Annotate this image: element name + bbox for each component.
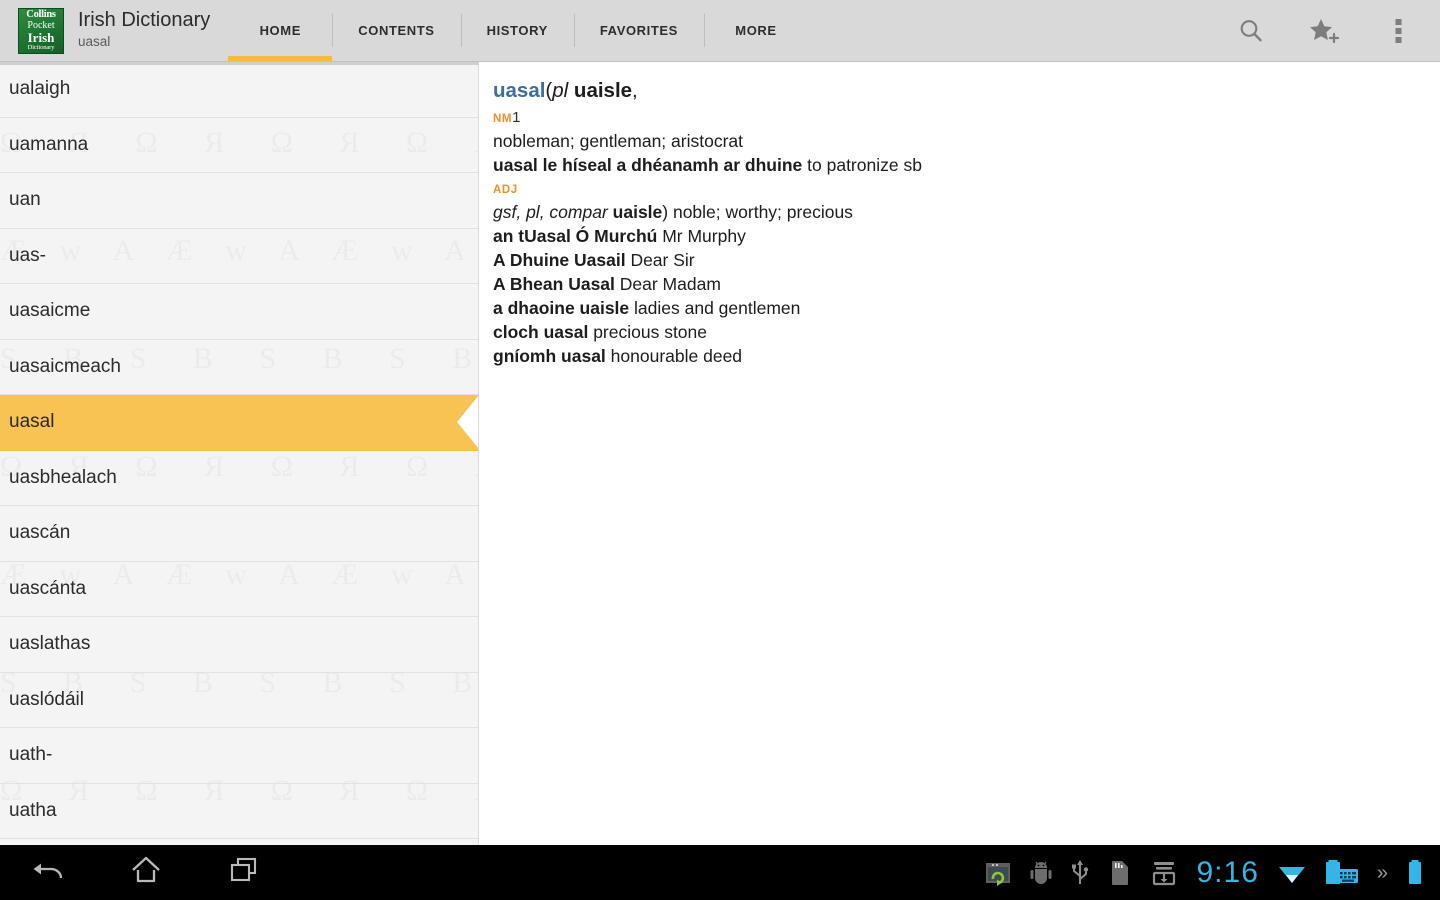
sense-example: uasal le híseal a dhéanamh ar dhuine to … <box>493 153 1420 177</box>
list-item[interactable]: uaslathas <box>0 617 479 673</box>
entry-headword: uasal <box>493 79 546 102</box>
navigation-buttons <box>0 850 267 896</box>
android-system-bar: 9:16 » <box>0 845 1440 900</box>
example-english: Mr Murphy <box>657 226 746 246</box>
part-of-speech-adjective: ADJ <box>493 180 1420 200</box>
recent-apps-icon <box>227 855 261 890</box>
sense-definition: nobleman; gentleman; aristocrat <box>493 129 1420 153</box>
sense-example: a dhaoine uaisle ladies and gentlemen <box>493 296 1420 320</box>
logo-line-collins: Collins <box>26 8 56 20</box>
list-item[interactable]: uaslódáil <box>0 673 479 728</box>
pos-label-nm: NM <box>493 113 513 125</box>
download-icon <box>1150 859 1178 887</box>
logo-line-dictionary: Dictionary <box>27 44 55 51</box>
example-irish: a dhaoine uaisle <box>493 298 630 318</box>
tab-contents[interactable]: CONTENTS <box>332 0 460 61</box>
sync-icon <box>984 860 1012 886</box>
example-english: ladies and gentlemen <box>629 298 801 318</box>
sense-gloss-text: nobleman; gentleman; aristocrat <box>493 131 743 151</box>
battery-icon <box>1406 859 1424 887</box>
word-list-pane[interactable]: Ω Я Ω Я Ω Я Ω Я Æ w A Æ w A Æ w A Æ S B … <box>0 62 479 845</box>
word-list: ualaigh uamanna uan uas- uasaicme uasaic… <box>0 62 479 839</box>
entry-headline-comma: , <box>632 79 638 102</box>
example-english: to patronize sb <box>802 155 922 175</box>
overflow-menu-button[interactable] <box>1376 8 1422 54</box>
sense-example: A Dhuine Uasail Dear Sir <box>493 248 1420 272</box>
list-item[interactable]: uascán <box>0 506 479 562</box>
app-root: Collins Pocket Irish Dictionary Irish Di… <box>0 0 1440 900</box>
current-word-subtitle: uasal <box>78 34 111 49</box>
example-english: Dear Sir <box>625 250 695 270</box>
action-buttons <box>1228 0 1440 61</box>
list-item-selected[interactable]: uasal <box>0 395 479 451</box>
tab-more[interactable]: MORE <box>703 0 808 61</box>
back-button[interactable] <box>25 850 71 896</box>
collins-dictionary-logo-icon: Collins Pocket Irish Dictionary <box>18 7 64 54</box>
wifi-icon <box>1277 861 1307 885</box>
add-favorite-button[interactable] <box>1302 8 1348 54</box>
sense-example: A Bhean Uasal Dear Madam <box>493 272 1420 296</box>
home-button[interactable] <box>123 850 169 896</box>
example-irish: an tUasal Ó Murchú <box>493 226 658 246</box>
entry-plural-form: uaisle <box>573 79 633 102</box>
dictionary-entry-pane: uasal(pl uaisle, NM1 nobleman; gentleman… <box>480 62 1440 845</box>
list-item[interactable]: uasaicme <box>0 284 479 340</box>
tab-bar: HOME CONTENTS HISTORY FAVORITES MORE <box>228 0 808 61</box>
page-title: Irish Dictionary <box>78 9 211 31</box>
android-debug-icon <box>1030 860 1052 886</box>
system-clock: 9:16 <box>1196 855 1259 889</box>
top-action-bar: Collins Pocket Irish Dictionary Irish Di… <box>0 0 1440 62</box>
list-item[interactable]: uamanna <box>0 118 479 173</box>
sense-example: an tUasal Ó Murchú Mr Murphy <box>493 224 1420 248</box>
list-item[interactable]: uascánta <box>0 562 479 617</box>
grammar-note: gsf, pl, compar <box>493 202 608 222</box>
pos-label-adj: ADJ <box>493 184 518 196</box>
list-item[interactable]: ualaigh <box>0 62 479 118</box>
list-item[interactable]: uas- <box>0 229 479 284</box>
app-brand[interactable]: Collins Pocket Irish Dictionary Irish Di… <box>0 0 210 61</box>
example-english: honourable deed <box>605 346 743 366</box>
list-item[interactable]: uan <box>0 173 479 229</box>
example-irish: gníomh uasal <box>493 346 606 366</box>
usb-icon <box>1070 859 1090 887</box>
grammar-form: uaisle <box>612 202 663 222</box>
part-of-speech-noun: NM1 <box>493 108 1420 129</box>
back-arrow-icon <box>29 855 67 890</box>
tab-history[interactable]: HISTORY <box>460 0 574 61</box>
keyboard-icon[interactable] <box>1325 859 1359 886</box>
pos-sense-number: 1 <box>512 109 521 126</box>
home-icon <box>129 854 163 891</box>
recents-button[interactable] <box>221 850 267 896</box>
list-item[interactable]: uatha <box>0 784 479 839</box>
tab-favorites[interactable]: FAVORITES <box>573 0 704 61</box>
adjective-gloss: ) noble; worthy; precious <box>662 202 853 222</box>
example-english: precious stone <box>588 322 708 342</box>
example-irish: A Dhuine Uasail <box>493 250 626 270</box>
logo-line-irish: Irish <box>27 30 55 45</box>
entry-headline: uasal(pl uaisle, <box>493 76 1420 105</box>
search-button[interactable] <box>1228 8 1274 54</box>
logo-line-pocket: Pocket <box>27 19 55 31</box>
search-icon <box>1236 16 1266 46</box>
sd-card-icon <box>1108 859 1132 887</box>
list-item[interactable]: uasbhealach <box>0 451 479 506</box>
list-item[interactable]: uath- <box>0 728 479 784</box>
adjective-grammar-and-gloss: gsf, pl, compar uaisle) noble; worthy; p… <box>493 200 1420 224</box>
example-english: Dear Madam <box>614 274 721 294</box>
more-icons-chevron[interactable]: » <box>1377 863 1388 883</box>
list-scroll-indicator[interactable] <box>0 62 479 65</box>
example-irish: A Bhean Uasal <box>493 274 615 294</box>
add-favorite-icon <box>1308 16 1342 46</box>
status-tray[interactable]: 9:16 » <box>984 855 1440 889</box>
example-irish: uasal le híseal a dhéanamh ar dhuine <box>493 155 803 175</box>
example-irish: cloch uasal <box>493 322 589 342</box>
sense-example: cloch uasal precious stone <box>493 320 1420 344</box>
sense-example: gníomh uasal honourable deed <box>493 344 1420 368</box>
tab-home[interactable]: HOME <box>228 0 333 61</box>
overflow-menu-icon <box>1395 17 1403 45</box>
title-block: Irish Dictionary uasal <box>78 9 210 52</box>
list-item[interactable]: uasaicmeach <box>0 340 479 395</box>
entry-plural-label: pl <box>552 79 569 102</box>
